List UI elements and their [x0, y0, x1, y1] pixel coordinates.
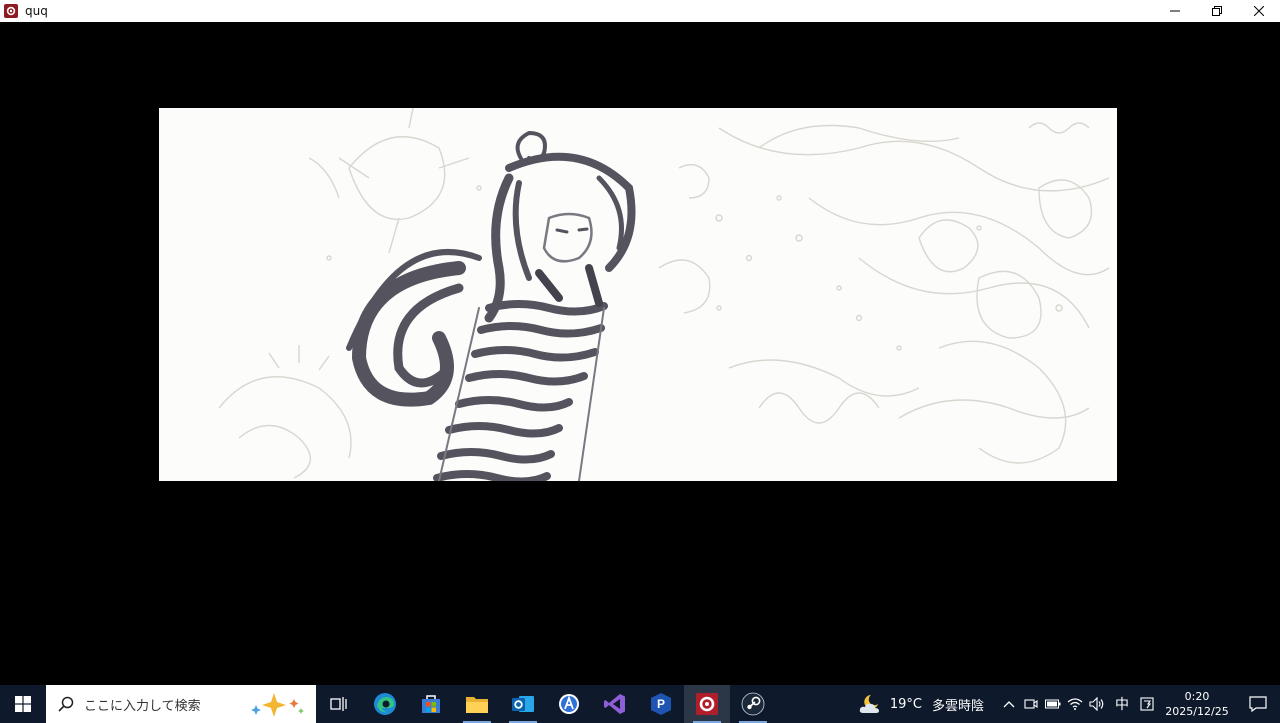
wifi-icon [1067, 698, 1083, 710]
visual-studio-button[interactable] [592, 685, 638, 723]
notification-icon [1249, 696, 1267, 712]
outlook-button[interactable] [500, 685, 546, 723]
clock-time: 0:20 [1184, 690, 1210, 703]
svg-text:P: P [657, 697, 665, 711]
weather-temp: 19°C [889, 696, 922, 712]
app-a-button[interactable] [546, 685, 592, 723]
quq-icon [696, 693, 718, 715]
search-icon [58, 696, 74, 712]
start-button[interactable] [0, 685, 46, 723]
app-icon [4, 4, 18, 18]
tray-wifi[interactable] [1064, 685, 1086, 723]
steam-button[interactable] [730, 685, 776, 723]
close-icon [1254, 6, 1264, 16]
file-explorer-button[interactable] [454, 685, 500, 723]
restore-button[interactable] [1196, 0, 1238, 22]
folder-icon [466, 697, 488, 713]
taskbar: ここに入力して検索 P 19°C 多雲時陰 中 0:20 2025/12/25 [0, 685, 1280, 723]
window-title: quq [25, 4, 48, 18]
restore-icon [1212, 6, 1222, 16]
tray-volume[interactable] [1086, 685, 1108, 723]
sparkle-icon [251, 693, 304, 717]
clock-date: 2025/12/25 [1165, 705, 1229, 718]
tray-camera[interactable] [1020, 685, 1042, 723]
weather-condition: 多雲時陰 [931, 698, 984, 714]
game-viewport[interactable] [0, 22, 1280, 685]
steam-icon [741, 692, 765, 716]
a-app-icon [559, 694, 579, 714]
quq-taskbar-button[interactable] [684, 685, 730, 723]
weather-widget[interactable]: 19°C 多雲時陰 [858, 693, 984, 715]
visual-studio-icon [604, 694, 625, 714]
tray-battery[interactable] [1042, 685, 1064, 723]
system-tray: 19°C 多雲時陰 中 0:20 2025/12/25 [858, 685, 1280, 723]
edge-icon [374, 693, 396, 715]
speaker-icon [1089, 697, 1104, 711]
ink-sketch-artwork [159, 108, 1117, 481]
store-button[interactable] [408, 685, 454, 723]
ime-mode-icon [1140, 697, 1154, 711]
task-view-icon [330, 697, 347, 711]
p-app-icon: P [651, 693, 671, 715]
camera-icon [1024, 699, 1038, 709]
minimize-button[interactable] [1154, 0, 1196, 22]
windows-logo-icon [15, 696, 31, 712]
minimize-icon [1170, 10, 1180, 12]
battery-icon [1045, 699, 1061, 709]
title-bar: quq [0, 0, 1280, 22]
task-view-button[interactable] [316, 685, 362, 723]
outlook-icon [512, 696, 534, 712]
search-input[interactable]: ここに入力して検索 [46, 685, 316, 723]
partly-cloudy-night-icon [859, 695, 879, 713]
clock[interactable]: 0:20 2025/12/25 [1158, 689, 1236, 719]
app-p-button[interactable]: P [638, 685, 684, 723]
chevron-up-icon [1003, 701, 1015, 708]
ime-mode-button[interactable] [1136, 685, 1158, 723]
show-hidden-icons-button[interactable] [998, 685, 1020, 723]
ime-indicator[interactable]: 中 [1108, 685, 1136, 723]
close-button[interactable] [1238, 0, 1280, 22]
store-icon [422, 695, 440, 713]
search-placeholder: ここに入力して検索 [84, 698, 201, 714]
edge-button[interactable] [362, 685, 408, 723]
window-controls [1154, 0, 1280, 22]
notification-center-button[interactable] [1236, 685, 1280, 723]
